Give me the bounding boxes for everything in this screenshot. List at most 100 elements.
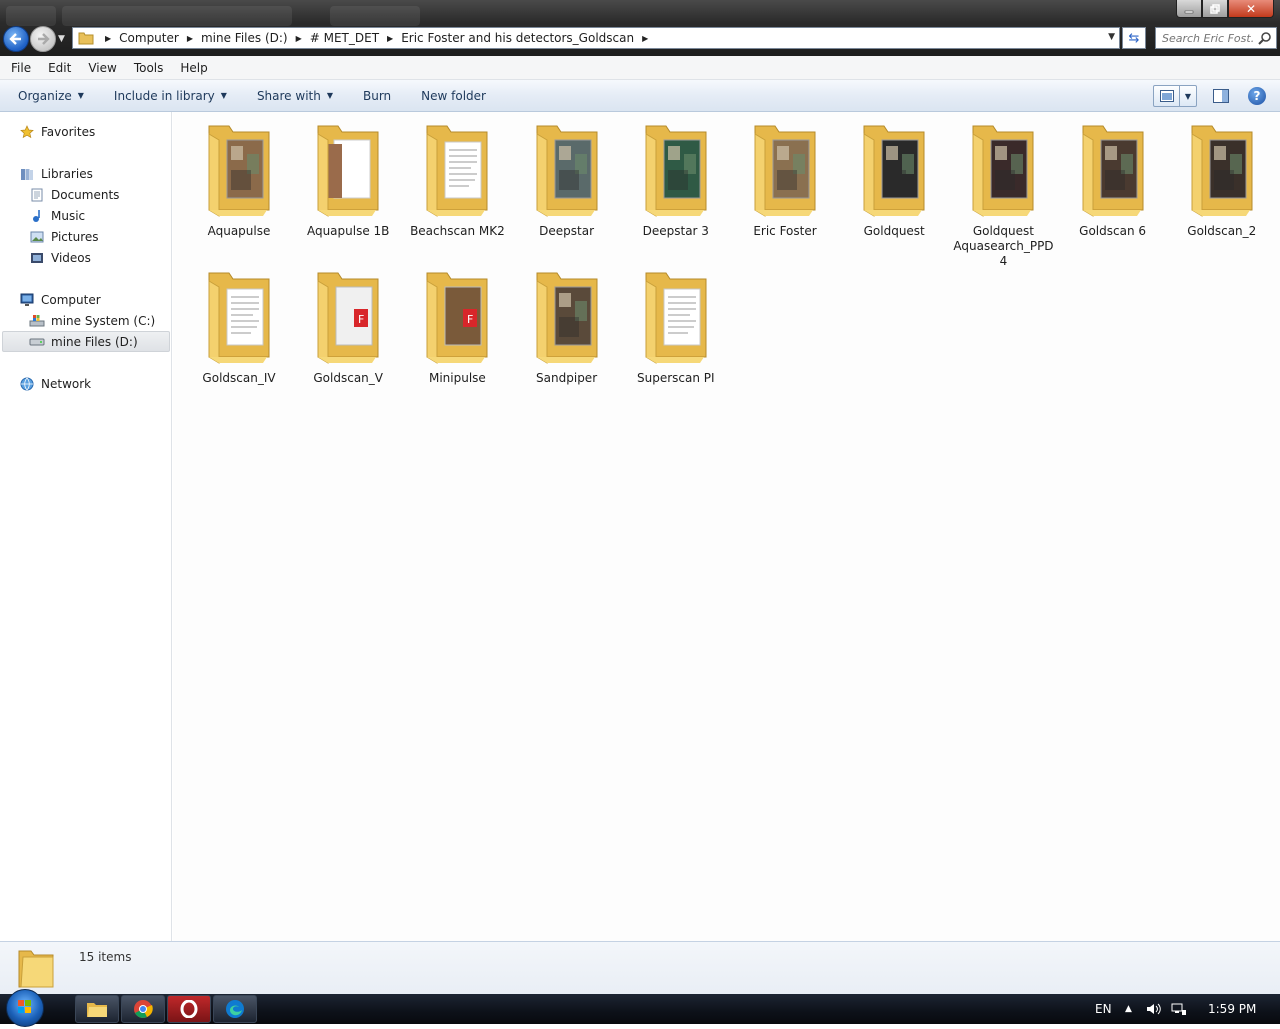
folder-item[interactable]: Goldquest Aquasearch_PPD 4 (953, 120, 1054, 269)
volume-icon[interactable] (1146, 994, 1162, 1024)
folder-thumbnail-icon (317, 125, 379, 217)
forward-button[interactable] (30, 26, 56, 52)
svg-text:F: F (467, 313, 473, 326)
folder-label: Aquapulse 1B (306, 224, 390, 238)
folder-thumbnail-icon (536, 125, 598, 217)
chevron-right-icon[interactable]: ▶ (387, 34, 393, 43)
taskbar-edge[interactable] (213, 995, 257, 1023)
computer-icon (19, 292, 35, 308)
clock[interactable]: 1:59 PM (1208, 994, 1256, 1024)
chevron-right-icon[interactable]: ▶ (187, 34, 193, 43)
include-library-label: Include in library (113, 88, 215, 103)
nav-videos[interactable]: Videos (29, 247, 91, 268)
nav-libraries[interactable]: Libraries (19, 163, 93, 184)
folder-item[interactable]: Deepstar 3 (626, 120, 726, 239)
chevron-right-icon[interactable]: ▶ (296, 34, 302, 43)
chevron-down-icon[interactable]: ▼ (1180, 92, 1196, 101)
back-button[interactable] (3, 26, 29, 52)
folder-item[interactable]: Goldquest (844, 120, 944, 239)
organize-label: Organize (18, 88, 72, 103)
tab-ghost (330, 6, 420, 26)
folder-label: Goldquest Aquasearch_PPD 4 (953, 224, 1054, 268)
nav-drive-c[interactable]: mine System (C:) (29, 310, 155, 331)
preview-pane-icon (1213, 89, 1229, 103)
close-button[interactable]: ✕ (1228, 0, 1274, 18)
network-status-icon[interactable] (1171, 994, 1187, 1024)
folder-item[interactable]: F Goldscan_V (298, 267, 398, 386)
folder-item[interactable]: Aquapulse 1B (298, 120, 398, 239)
folder-item[interactable]: Superscan PI (626, 267, 726, 386)
breadcrumb-drive-d[interactable]: mine Files (D:) (201, 31, 288, 45)
menu-edit[interactable]: Edit (48, 61, 71, 75)
folder-thumbnail-icon (208, 272, 270, 364)
chevron-right-icon[interactable]: ▶ (105, 34, 111, 43)
nav-pictures[interactable]: Pictures (29, 226, 99, 247)
folder-item[interactable]: Sandpiper (517, 267, 617, 386)
new-folder-button[interactable]: New folder (421, 89, 486, 103)
svg-text:F: F (358, 313, 364, 326)
folder-item[interactable]: Goldscan 6 (1063, 120, 1163, 239)
change-view-button[interactable]: ▼ (1153, 85, 1197, 107)
address-history-dropdown[interactable]: ▼ (1108, 32, 1115, 42)
start-button[interactable] (6, 989, 44, 1027)
nav-favorites[interactable]: Favorites (19, 121, 95, 142)
folder-item[interactable]: Eric Foster (735, 120, 835, 239)
folder-thumbnail-icon (972, 125, 1034, 217)
nav-documents-label: Documents (51, 187, 120, 202)
refresh-icon: ⇆ (1128, 30, 1140, 46)
folder-item[interactable]: Beachscan MK2 (407, 120, 507, 239)
include-in-library-button[interactable]: Include in library ▼ (114, 89, 227, 103)
folder-item[interactable]: Goldscan_IV (189, 267, 289, 386)
organize-button[interactable]: Organize ▼ (18, 89, 84, 103)
folder-label: Deepstar (539, 224, 595, 238)
nav-music[interactable]: Music (29, 205, 85, 226)
menu-tools[interactable]: Tools (134, 61, 164, 75)
details-pane: 15 items (0, 941, 1280, 994)
windows-drive-icon (29, 313, 45, 329)
breadcrumb-met-det[interactable]: # MET_DET (310, 31, 379, 45)
breadcrumb-current-folder[interactable]: Eric Foster and his detectors_Goldscan (401, 31, 634, 45)
folder-icon (18, 950, 54, 988)
refresh-button[interactable]: ⇆ (1122, 27, 1146, 49)
windows-logo-icon (18, 1000, 31, 1013)
folder-icon (75, 28, 97, 48)
tab-ghost (62, 6, 292, 26)
preview-pane-button[interactable] (1211, 86, 1231, 106)
nav-computer[interactable]: Computer (19, 289, 101, 310)
language-indicator[interactable]: EN (1095, 994, 1112, 1024)
folder-thumbnail-icon (426, 125, 488, 217)
search-icon[interactable] (1258, 31, 1272, 45)
nav-computer-label: Computer (41, 292, 101, 307)
taskbar-explorer[interactable] (75, 995, 119, 1023)
nav-network[interactable]: Network (19, 373, 91, 394)
nav-videos-label: Videos (51, 250, 91, 265)
menu-help[interactable]: Help (180, 61, 207, 75)
menu-view[interactable]: View (88, 61, 116, 75)
nav-documents[interactable]: Documents (29, 184, 119, 205)
minimize-button[interactable] (1176, 0, 1202, 18)
nav-libraries-label: Libraries (41, 166, 93, 181)
folder-item[interactable]: Goldscan_2 (1172, 120, 1272, 239)
menu-file[interactable]: File (11, 61, 31, 75)
taskbar-chrome[interactable] (121, 995, 165, 1023)
folder-item[interactable]: F Minipulse (407, 267, 507, 386)
show-hidden-icons-button[interactable]: ▲ (1125, 994, 1132, 1024)
search-input[interactable] (1162, 31, 1254, 45)
folder-item[interactable]: Deepstar (517, 120, 617, 239)
address-bar[interactable]: ▶ Computer ▶ mine Files (D:) ▶ # MET_DET… (72, 27, 1120, 49)
taskbar-opera[interactable] (167, 995, 211, 1023)
help-button[interactable]: ? (1248, 87, 1266, 105)
burn-button[interactable]: Burn (363, 89, 391, 103)
folder-item[interactable]: Aquapulse (189, 120, 289, 239)
restore-button[interactable] (1202, 0, 1228, 18)
nav-drive-d[interactable]: mine Files (D:) (2, 331, 170, 352)
chevron-right-icon[interactable]: ▶ (642, 34, 648, 43)
search-box[interactable] (1155, 27, 1277, 49)
share-with-button[interactable]: Share with ▼ (257, 89, 333, 103)
breadcrumb-computer[interactable]: Computer (119, 31, 179, 45)
recent-pages-dropdown[interactable]: ▼ (58, 34, 65, 44)
folder-thumbnail-icon (754, 125, 816, 217)
nav-drive-c-label: mine System (C:) (51, 313, 156, 328)
folder-thumbnail-icon: F (426, 272, 488, 364)
folder-thumbnail-icon: F (317, 272, 379, 364)
